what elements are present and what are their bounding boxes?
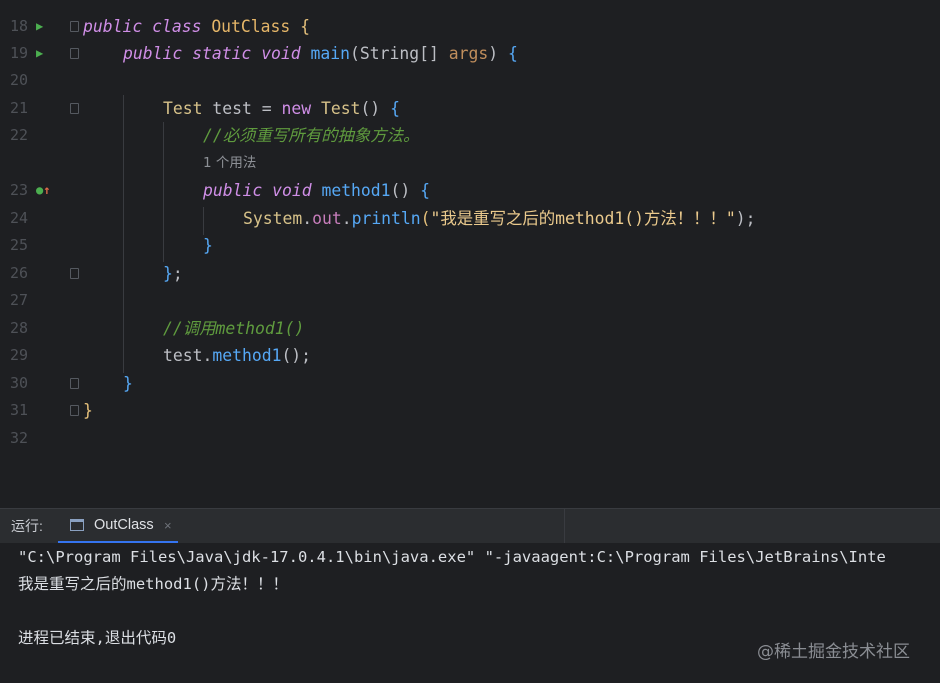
code-text: public static void main(String[] args) { (123, 44, 518, 63)
close-icon[interactable]: × (164, 509, 172, 542)
code-text: public class OutClass { (83, 17, 311, 36)
code-comment: //调用method1() (163, 319, 305, 338)
code-text: Test test = new Test() { (163, 99, 400, 118)
fold-marker-icon[interactable] (70, 21, 79, 32)
code-line-24: 24 System.out.println("我是重写之后的method1()方… (0, 205, 940, 232)
watermark: @稀土掘金技术社区 (757, 642, 910, 662)
line-number: 27 (9, 291, 28, 309)
line-number: 31 (9, 401, 28, 419)
run-tab-label: OutClass (94, 517, 154, 533)
code-line-18: 18 ▶ public class OutClass { (0, 13, 940, 40)
code-line-21: 21 Test test = new Test() { (0, 95, 940, 122)
code-editor[interactable]: 18 ▶ public class OutClass { 19 ▶ public… (0, 0, 940, 508)
console-line-exit: 进程已结束,退出代码0 (18, 629, 177, 647)
run-tab-outclass[interactable]: OutClass × (58, 509, 178, 543)
line-number: 21 (9, 99, 28, 117)
run-triangle-icon[interactable]: ▶ (36, 13, 43, 40)
code-line-23: 23 ●↑ public void method1() { (0, 177, 940, 204)
line-number: 26 (9, 264, 28, 282)
fold-marker-icon[interactable] (70, 103, 79, 114)
line-number: 18 (9, 17, 28, 35)
code-text: }; (163, 264, 183, 283)
console-window-icon (70, 519, 84, 531)
fold-marker-icon[interactable] (70, 268, 79, 279)
console-line-output: 我是重写之后的method1()方法！！！ (18, 575, 288, 593)
inlay-hint-row: 1 个用法 (0, 150, 940, 177)
code-line-26: 26 }; (0, 260, 940, 287)
code-text: } (83, 401, 93, 420)
console-output[interactable]: "C:\Program Files\Java\jdk-17.0.4.1\bin\… (0, 543, 940, 683)
code-line-19: 19 ▶ public static void main(String[] ar… (0, 40, 940, 67)
code-line-32: 32 (0, 425, 940, 452)
console-line-command: "C:\Program Files\Java\jdk-17.0.4.1\bin\… (18, 548, 886, 566)
line-number: 30 (9, 374, 28, 392)
code-text: test.method1(); (163, 346, 312, 365)
divider (564, 509, 565, 543)
implements-override-icon[interactable]: ●↑ (36, 177, 50, 204)
line-number: 23 (9, 181, 28, 199)
code-text: } (203, 236, 213, 255)
code-line-20: 20 (0, 67, 940, 94)
fold-marker-icon[interactable] (70, 48, 79, 59)
code-line-22: 22 //必须重写所有的抽象方法。 (0, 122, 940, 149)
line-number: 28 (9, 319, 28, 337)
code-line-27: 27 (0, 287, 940, 314)
line-number: 32 (9, 429, 28, 447)
line-number: 25 (9, 236, 28, 254)
line-number: 24 (9, 209, 28, 227)
code-comment: //必须重写所有的抽象方法。 (203, 126, 420, 145)
code-line-29: 29 test.method1(); (0, 342, 940, 369)
run-triangle-icon[interactable]: ▶ (36, 40, 43, 67)
line-number: 22 (9, 126, 28, 144)
code-line-31: 31 } (0, 397, 940, 424)
line-number: 20 (9, 71, 28, 89)
code-text: public void method1() { (203, 181, 431, 200)
fold-marker-icon[interactable] (70, 378, 79, 389)
usages-hint[interactable]: 1 个用法 (203, 150, 256, 177)
code-line-28: 28 //调用method1() (0, 315, 940, 342)
fold-marker-icon[interactable] (70, 405, 79, 416)
code-text: System.out.println("我是重写之后的method1()方法！！… (243, 209, 756, 228)
code-line-25: 25 } (0, 232, 940, 259)
code-text: } (123, 374, 133, 393)
line-number: 19 (9, 44, 28, 62)
line-number: 29 (9, 346, 28, 364)
code-line-30: 30 } (0, 370, 940, 397)
run-panel-label: 运行: (11, 518, 43, 534)
run-tool-window-header: 运行: OutClass × (0, 508, 940, 543)
